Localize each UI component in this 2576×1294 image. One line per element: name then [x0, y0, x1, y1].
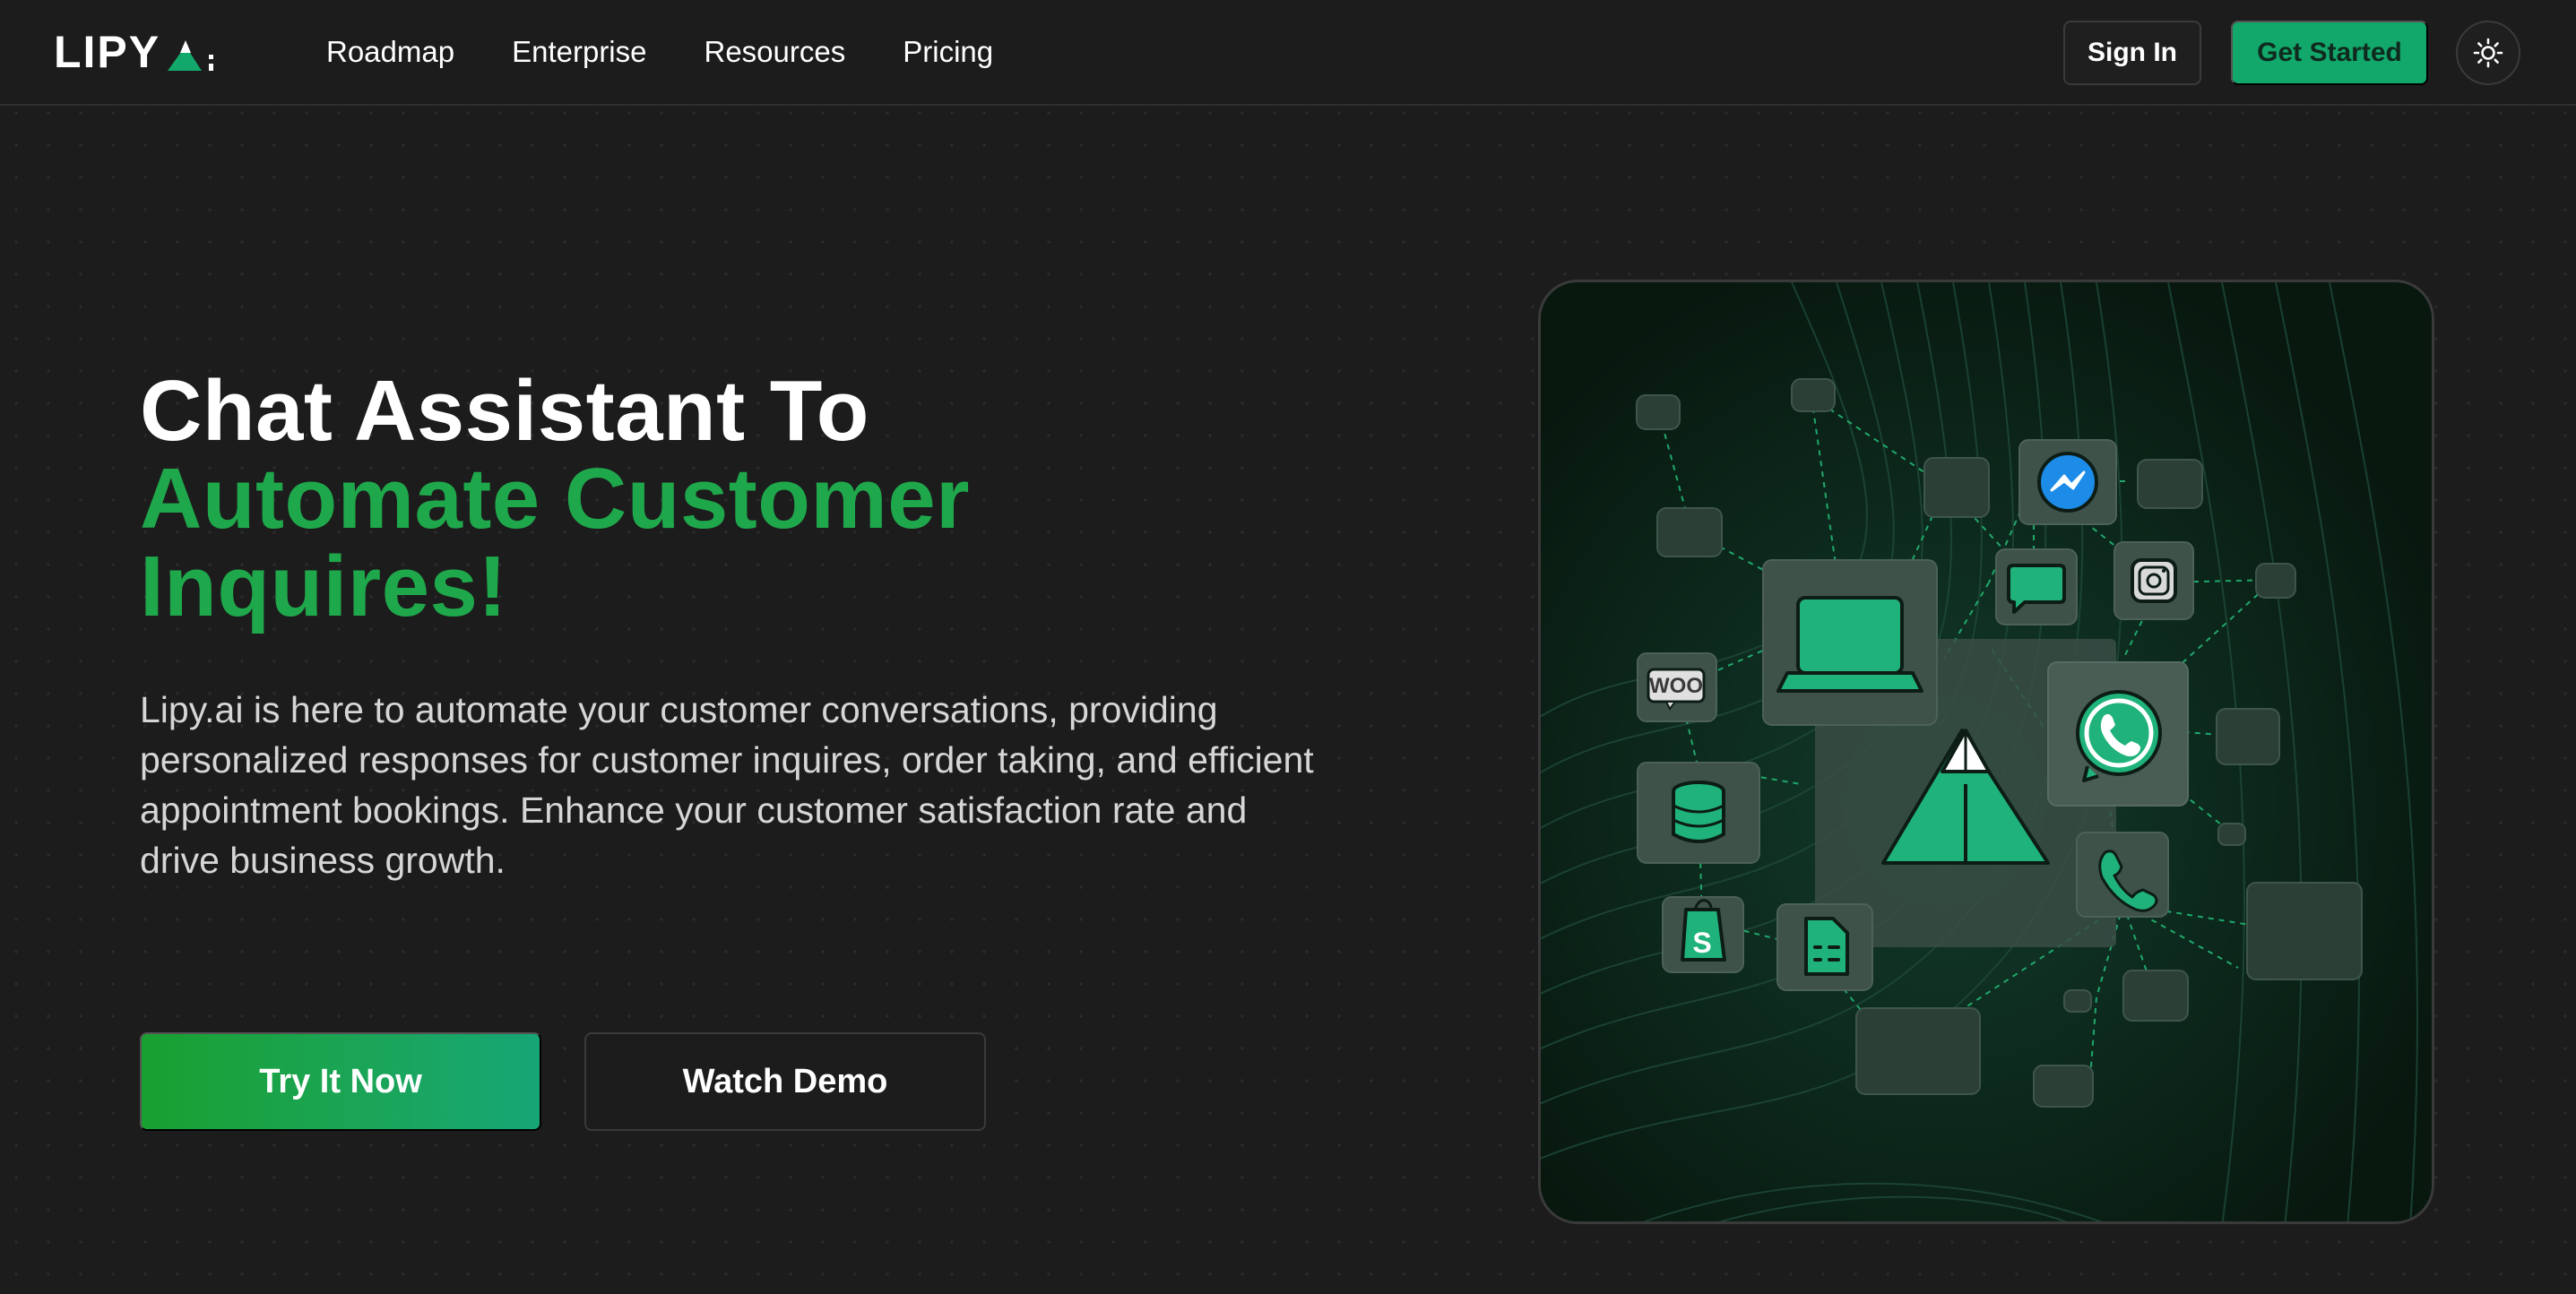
- nav-pricing[interactable]: Pricing: [903, 32, 993, 72]
- logo-text: LIPY: [54, 27, 161, 77]
- woocommerce-icon: WOO: [1637, 652, 1717, 722]
- watch-demo-button[interactable]: Watch Demo: [584, 1032, 986, 1131]
- nav-resources[interactable]: Resources: [705, 32, 846, 72]
- shopify-icon: S: [1662, 896, 1744, 973]
- spreadsheet-icon: [1776, 903, 1873, 991]
- whatsapp-icon: [2047, 661, 2189, 807]
- try-it-now-button[interactable]: Try It Now: [140, 1032, 541, 1131]
- hero-title-line-1: Chat Assistant To: [140, 363, 869, 459]
- chat-bubble-icon: [1995, 548, 2078, 625]
- top-navbar: LIPY Roadmap Enterprise Resources Pricin…: [0, 0, 2576, 106]
- lipy-logo[interactable]: LIPY: [54, 25, 216, 79]
- hero-title: Chat Assistant To Automate Customer Inqu…: [140, 367, 1305, 631]
- database-icon: [1637, 762, 1760, 864]
- svg-text:S: S: [1692, 927, 1711, 959]
- integrations-illustration: WOO S: [1538, 280, 2434, 1224]
- nav-enterprise[interactable]: Enterprise: [512, 32, 646, 72]
- messenger-icon: [2018, 439, 2117, 525]
- nav-roadmap[interactable]: Roadmap: [326, 32, 454, 72]
- main-nav: Roadmap Enterprise Resources Pricing: [326, 32, 993, 72]
- logo-mark-icon: [168, 40, 214, 71]
- sign-in-button[interactable]: Sign In: [2063, 21, 2201, 85]
- theme-toggle-button[interactable]: [2456, 21, 2520, 85]
- instagram-icon: [2114, 541, 2194, 620]
- woo-label: WOO: [1649, 674, 1703, 698]
- hero-description: Lipy.ai is here to automate your custome…: [140, 689, 1314, 881]
- get-started-button[interactable]: Get Started: [2231, 21, 2428, 85]
- hero-title-line-3: Inquires!: [140, 539, 507, 634]
- hero-title-line-2: Automate Customer: [140, 451, 970, 547]
- sun-icon: [2473, 38, 2503, 68]
- integrations-network-graphic: WOO S: [1541, 282, 2432, 1221]
- laptop-icon: [1762, 559, 1938, 726]
- phone-icon: [2076, 832, 2169, 918]
